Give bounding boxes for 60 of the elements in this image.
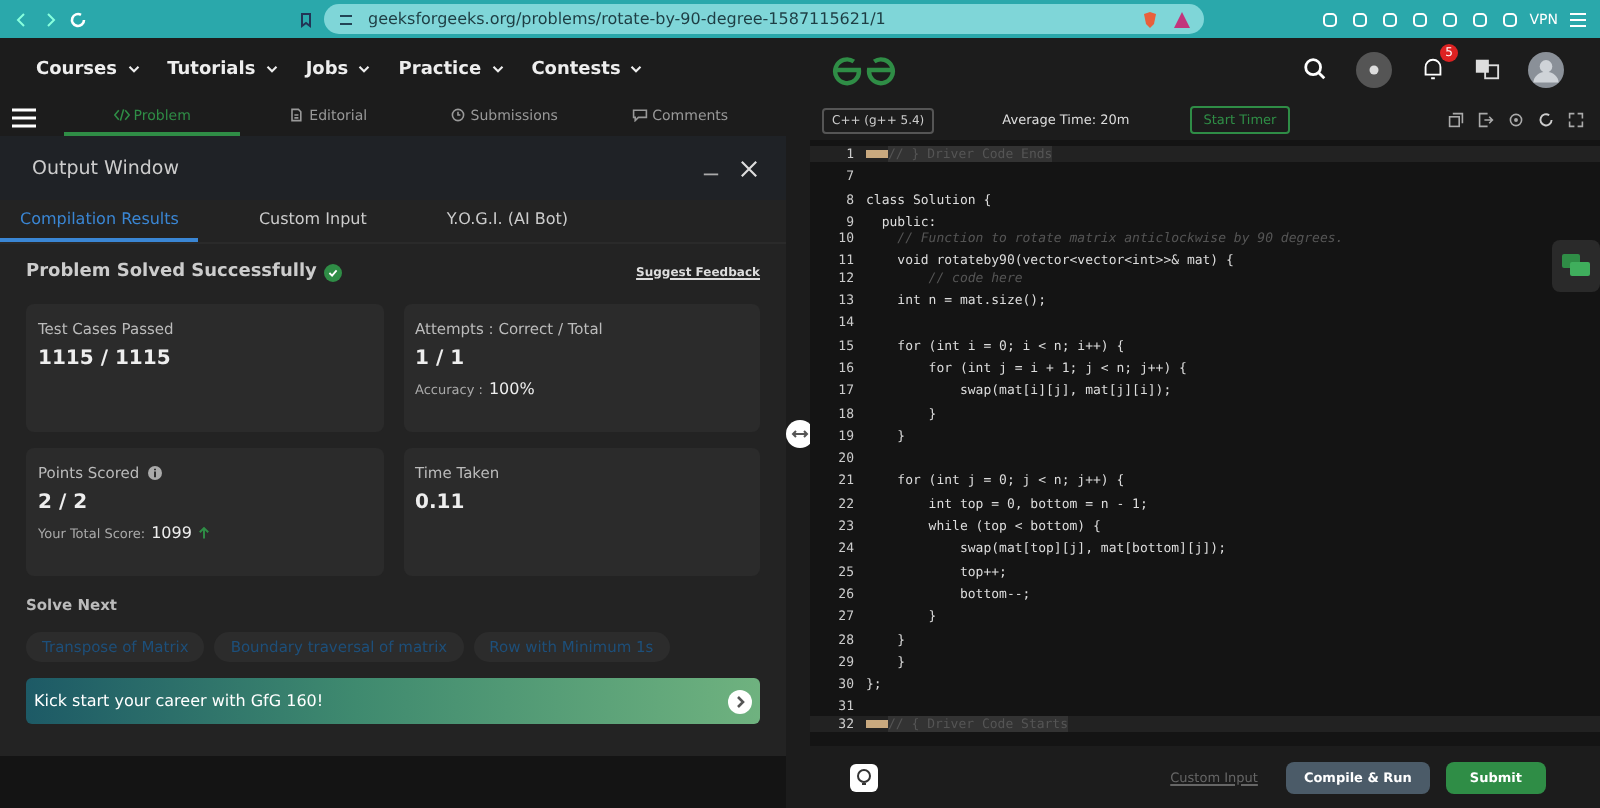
result-tab[interactable]: Compilation Results bbox=[0, 200, 199, 242]
search-icon[interactable] bbox=[1302, 56, 1328, 82]
notification-icon[interactable] bbox=[1420, 56, 1446, 82]
lightbulb-icon[interactable] bbox=[850, 763, 878, 791]
extension-icon[interactable] bbox=[1439, 9, 1460, 29]
document-icon bbox=[288, 108, 305, 122]
caret-icon bbox=[127, 63, 140, 73]
fullscreen-icon[interactable] bbox=[1568, 112, 1584, 128]
extension-icon[interactable] bbox=[1349, 9, 1370, 29]
nav-menu-item[interactable]: Contests bbox=[531, 59, 643, 79]
translate-icon[interactable] bbox=[1474, 56, 1500, 82]
card-sub-value: 100% bbox=[488, 380, 535, 398]
caret-icon bbox=[358, 63, 371, 73]
card-value: 1115 / 1115 bbox=[38, 348, 171, 370]
arrow-right-icon[interactable] bbox=[728, 689, 752, 713]
chat-icon[interactable] bbox=[1552, 240, 1600, 292]
result-tab[interactable]: Y.O.G.I. (AI Bot) bbox=[426, 200, 589, 242]
logo-icon[interactable] bbox=[830, 53, 899, 85]
card-value: 2 / 2 bbox=[38, 492, 88, 514]
banner-text: Kick start your career with GfG 160! bbox=[34, 692, 324, 710]
extension-icon[interactable] bbox=[1409, 9, 1430, 29]
extension-icon[interactable] bbox=[1499, 9, 1520, 29]
fold-marker-icon[interactable] bbox=[866, 150, 888, 159]
copy-icon[interactable] bbox=[1448, 112, 1464, 128]
extension-icon[interactable] bbox=[1319, 9, 1340, 29]
card-value: 1 / 1 bbox=[415, 348, 465, 370]
url-text: geeksforgeeks.org/problems/rotate-by-90-degree-1587115621/1 bbox=[368, 10, 888, 28]
extension-icon[interactable] bbox=[1469, 9, 1490, 29]
code-icon bbox=[113, 108, 130, 122]
status-heading: Problem Solved Successfully bbox=[26, 262, 317, 282]
caret-icon bbox=[630, 63, 643, 73]
caret-icon bbox=[491, 63, 504, 73]
info-icon[interactable] bbox=[147, 466, 162, 480]
avatar-icon[interactable] bbox=[1528, 51, 1564, 87]
bookmark-icon[interactable] bbox=[296, 9, 316, 29]
address-bar[interactable]: geeksforgeeks.org/problems/rotate-by-90-degree-1587115621/1 bbox=[324, 4, 1204, 34]
card-value: 0.11 bbox=[415, 492, 465, 514]
triangle-icon[interactable] bbox=[1172, 9, 1192, 29]
nav-menu-item[interactable]: Courses bbox=[36, 59, 140, 79]
reset-icon[interactable] bbox=[1538, 112, 1554, 128]
card-sub-value: 1099 bbox=[151, 524, 192, 542]
reload-icon[interactable] bbox=[68, 9, 88, 29]
clock-icon bbox=[450, 108, 467, 122]
nav-menu-item[interactable]: Practice bbox=[398, 59, 504, 79]
check-icon bbox=[324, 263, 343, 281]
site-settings-icon[interactable] bbox=[336, 9, 356, 29]
nav-menu-item[interactable]: Jobs bbox=[305, 59, 371, 79]
settings-icon[interactable] bbox=[1508, 112, 1524, 128]
export-icon[interactable] bbox=[1478, 112, 1494, 128]
window-title: Output Window bbox=[32, 157, 179, 179]
extension-icon[interactable] bbox=[1379, 9, 1400, 29]
close-icon[interactable] bbox=[740, 159, 758, 177]
fold-marker-icon[interactable] bbox=[866, 719, 888, 728]
comment-icon bbox=[631, 108, 648, 122]
theme-toggle-icon[interactable] bbox=[1356, 51, 1392, 87]
nav-menu-item[interactable]: Tutorials bbox=[167, 59, 278, 79]
caret-icon bbox=[265, 63, 278, 73]
result-tab[interactable]: Custom Input bbox=[238, 200, 387, 242]
promo-banner[interactable]: Kick start your career with GfG 160! bbox=[26, 678, 760, 724]
menu-icon[interactable] bbox=[12, 108, 36, 128]
